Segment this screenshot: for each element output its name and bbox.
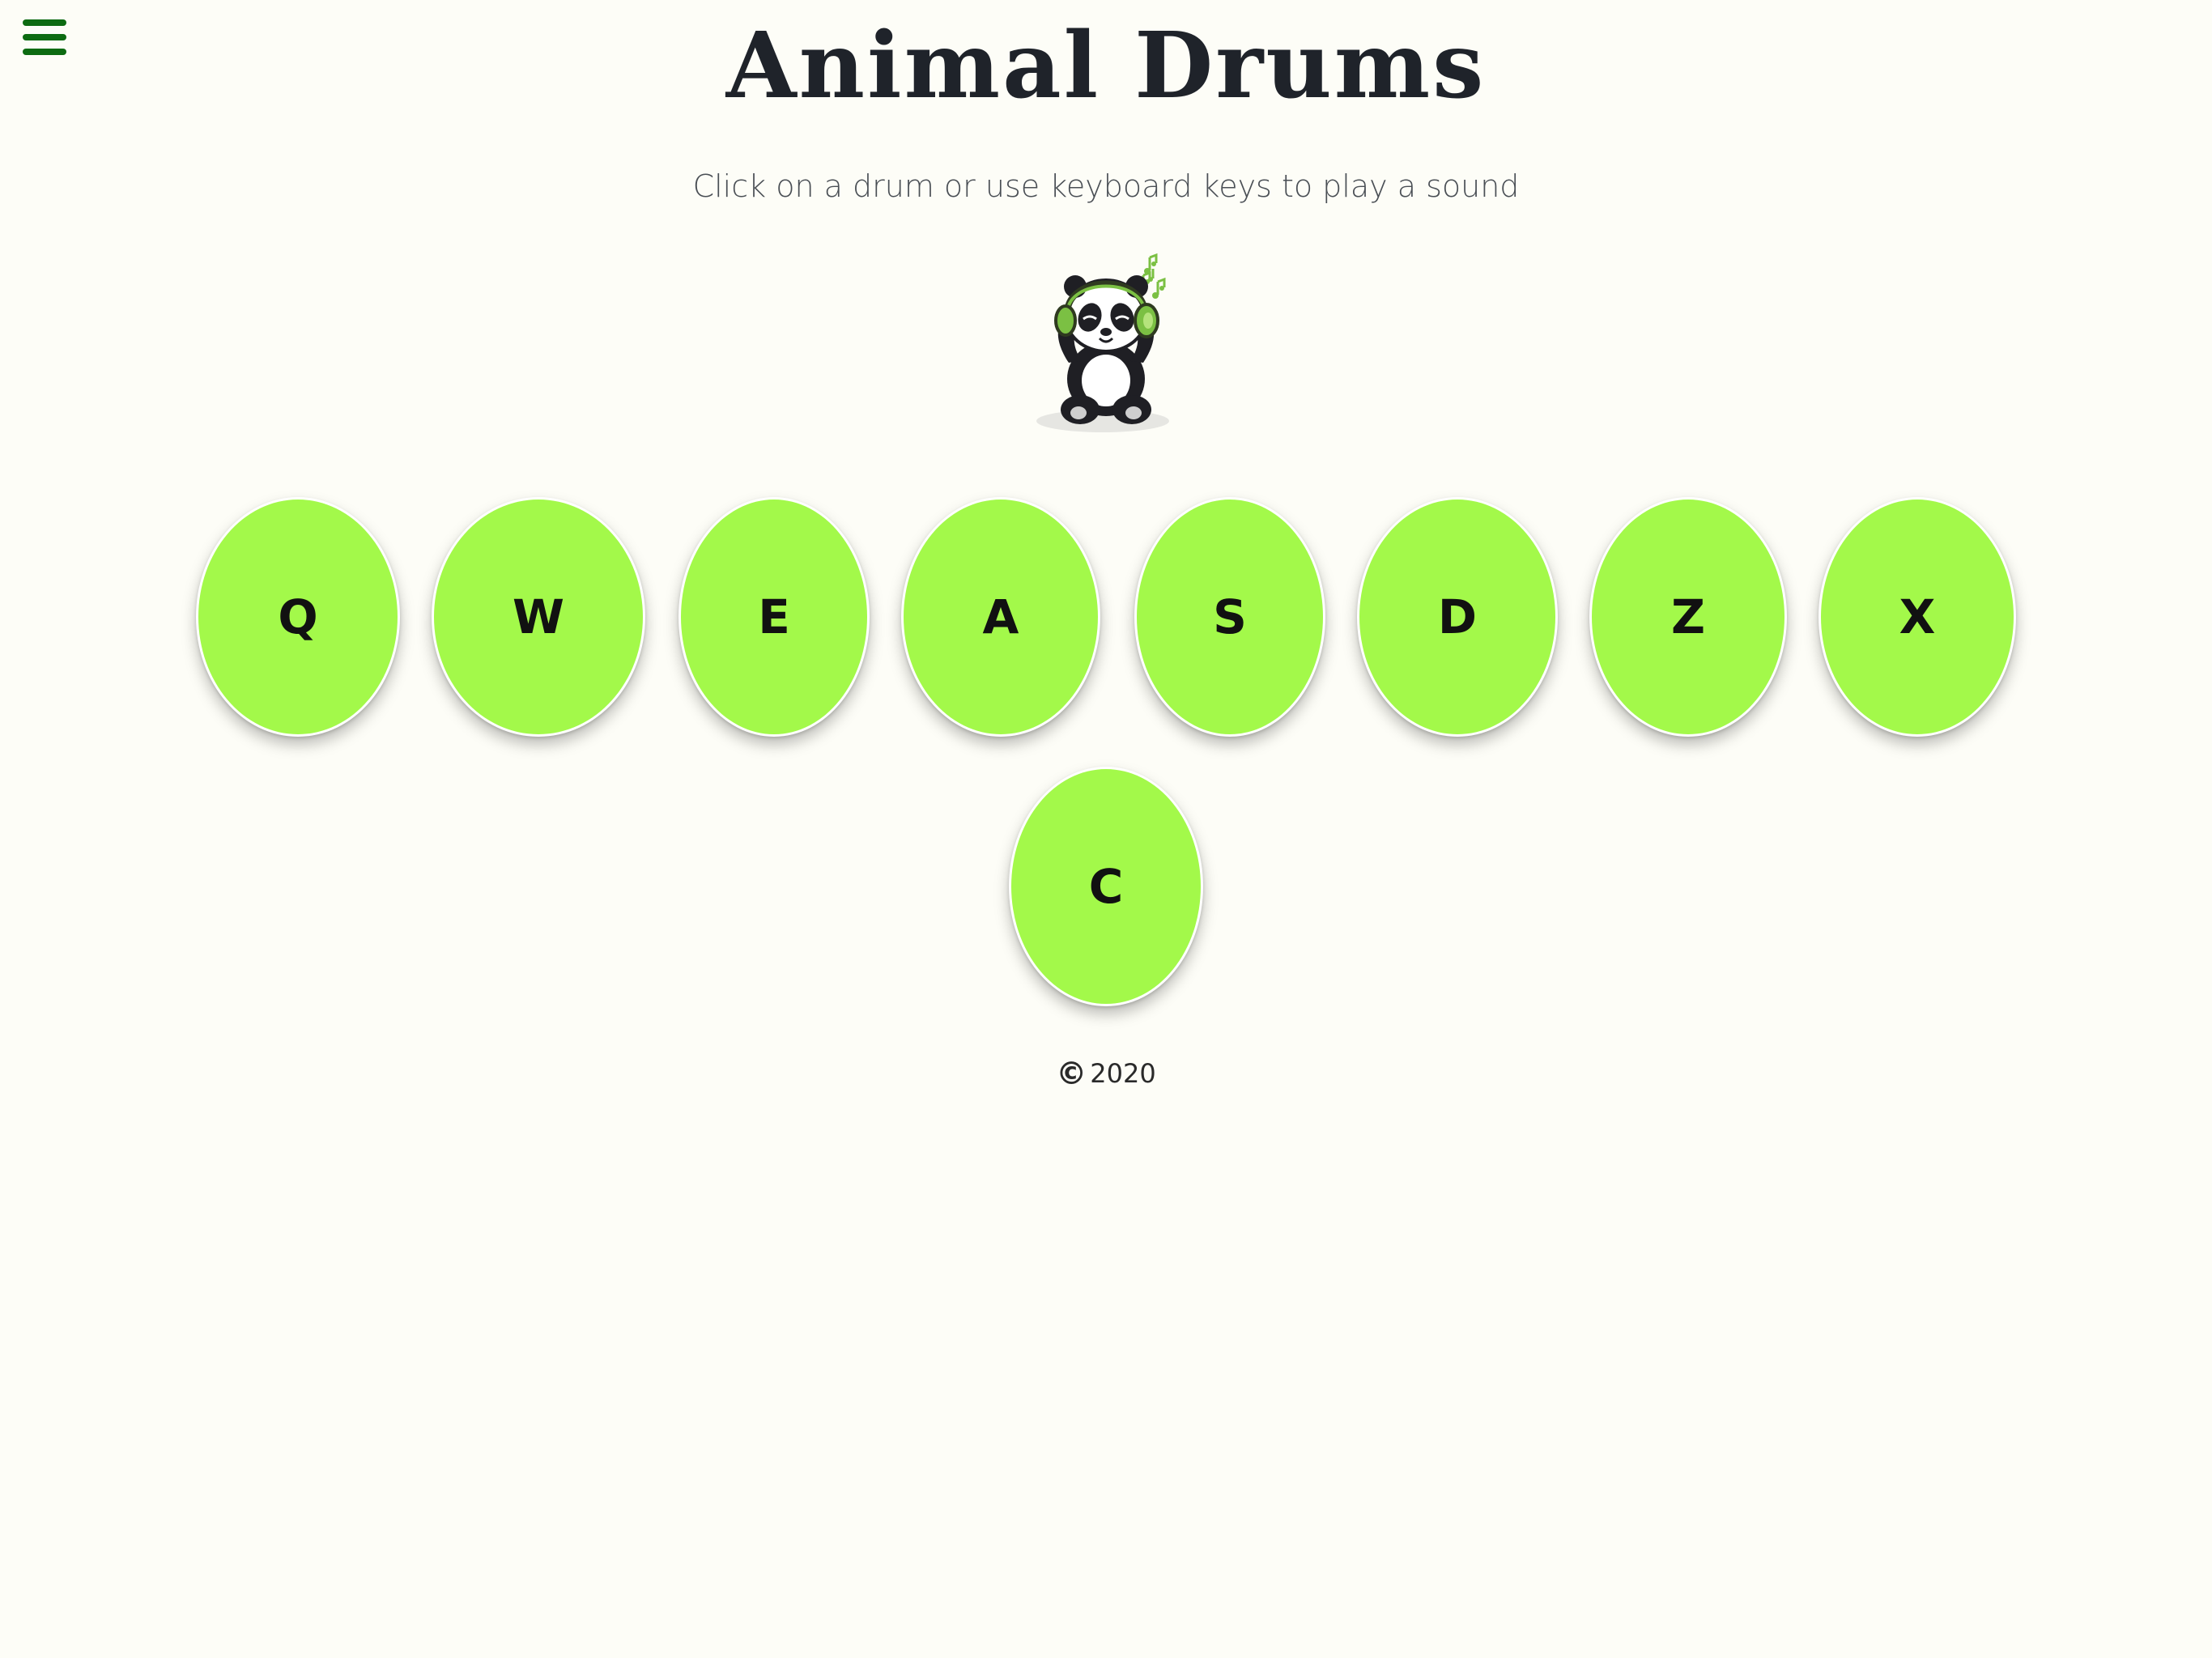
drum-pad-z[interactable]: Z [1589, 497, 1787, 737]
drum-pad-s[interactable]: S [1134, 497, 1325, 737]
drum-key-label: A [982, 589, 1019, 644]
drum-pad-c[interactable]: C [1009, 767, 1203, 1006]
drum-key-label: W [513, 589, 564, 644]
drum-key-label: Z [1670, 589, 1706, 644]
footer-copyright: © 2020 [0, 1056, 2212, 1091]
drum-pad-q[interactable]: Q [196, 497, 400, 737]
drum-key-label: C [1088, 859, 1124, 914]
drum-key-label: Q [278, 589, 318, 644]
page-subtitle: Click on a drum or use keyboard keys to … [692, 168, 1520, 204]
panda-headphones-icon [1028, 241, 1190, 444]
drum-pad-w[interactable]: W [432, 497, 645, 737]
drum-pad-a[interactable]: A [901, 497, 1100, 737]
copyright-icon: © [1056, 1056, 1087, 1091]
drum-key-label: S [1213, 589, 1247, 644]
drum-pad-x[interactable]: X [1819, 497, 2016, 737]
drum-key-label: D [1437, 589, 1478, 644]
page-title: Animal Drums [725, 13, 1487, 119]
drum-pad-e[interactable]: E [678, 497, 870, 737]
drum-key-label: X [1899, 589, 1936, 644]
drum-pad-d[interactable]: D [1357, 497, 1558, 737]
drum-key-label: E [758, 589, 790, 644]
copyright-year: 2020 [1090, 1058, 1156, 1089]
